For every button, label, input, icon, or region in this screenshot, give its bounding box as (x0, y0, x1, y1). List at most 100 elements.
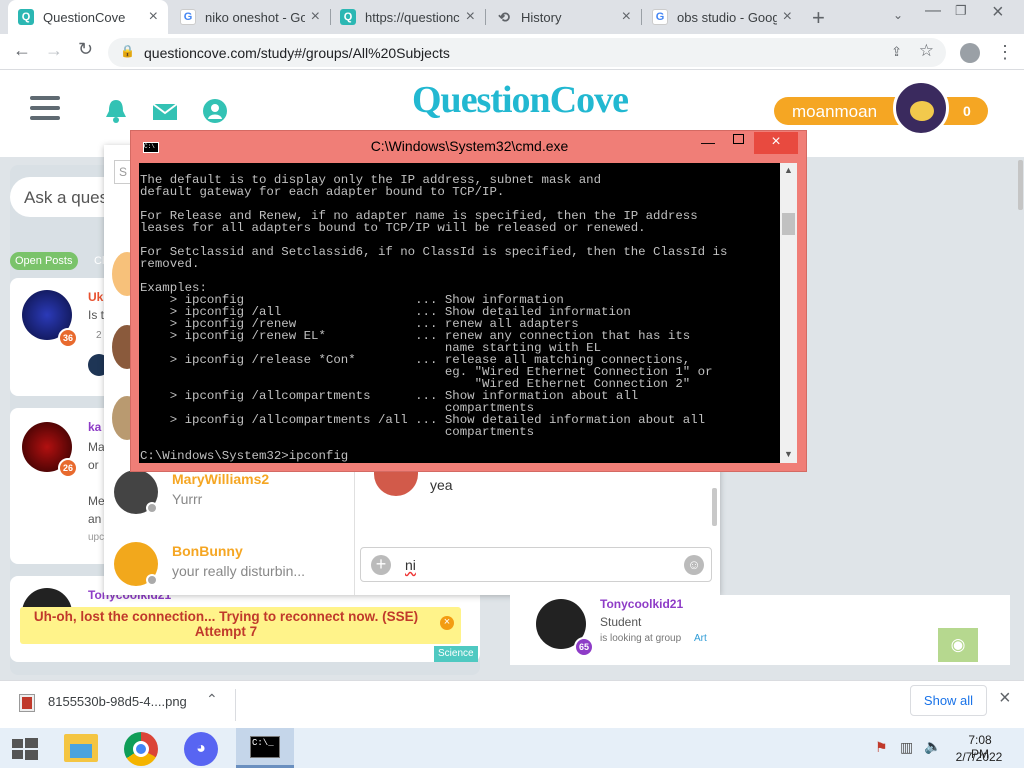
close-download-bar-icon[interactable]: × (999, 687, 1011, 710)
username-label: moanmoan (792, 102, 878, 121)
reload-icon[interactable]: ↻ (78, 39, 93, 60)
discord-icon[interactable]: ◕ (184, 732, 218, 766)
reconnect-message: Uh-oh, lost the connection... Trying to … (33, 609, 419, 639)
cmd-output-line: leases for all adapters bound to TCP/IP … (140, 221, 646, 235)
google-favicon-icon: G (652, 9, 668, 25)
minimize-window-icon[interactable]: — (925, 2, 941, 20)
tab-search-icon[interactable]: ⌄ (893, 8, 903, 22)
open-posts-tab[interactable]: Open Posts (10, 252, 78, 270)
chat-message-text: yea (430, 477, 453, 493)
network-icon[interactable]: ▥ (900, 739, 913, 756)
closed-posts-tab[interactable]: Cl (94, 255, 104, 267)
chat-last-message: your really disturbin... (172, 563, 306, 579)
mail-icon[interactable] (152, 103, 178, 121)
hamburger-menu-icon[interactable] (30, 96, 60, 120)
chat-scrollbar[interactable] (712, 488, 717, 526)
user-points-pill[interactable]: moanmoan 0 (774, 97, 988, 125)
volume-muted-icon[interactable]: 🔈 (924, 738, 941, 755)
level-badge: 36 (58, 328, 78, 348)
questioncove-logo[interactable]: QuestionCove (412, 78, 629, 122)
post-snippet: Is t (88, 308, 105, 322)
cmd-minimize-icon[interactable]: — (701, 134, 715, 150)
post-author-name: Uk (88, 290, 104, 304)
share-icon[interactable]: ⇪ (891, 44, 902, 60)
new-tab-icon[interactable]: + (812, 5, 825, 31)
user-avatar[interactable] (893, 80, 949, 136)
scroll-up-icon[interactable]: ▲ (784, 165, 793, 175)
lock-icon: 🔒 (120, 44, 135, 58)
page-scrollbar[interactable] (1018, 160, 1023, 210)
online-user-card[interactable]: 65 Tonycoolkid21 Student is looking at g… (510, 595, 1010, 665)
download-filename[interactable]: 8155530b-98d5-4....png (48, 694, 187, 709)
questioncove-favicon-icon: Q (340, 9, 356, 25)
tab-questioncove[interactable]: Q QuestionCove × (8, 0, 168, 34)
tab-niko-oneshot[interactable]: G niko oneshot - Go × (170, 0, 330, 34)
cmd-output-line: For Setclassid and Setclassid6, if no Cl… (140, 245, 728, 259)
close-tab-icon[interactable]: × (466, 8, 475, 26)
emoji-icon[interactable]: ☺ (684, 555, 704, 575)
online-user-name: Tonycoolkid21 (600, 597, 684, 611)
add-attachment-icon[interactable]: + (371, 555, 391, 575)
cmd-scroll-thumb[interactable] (782, 213, 795, 235)
post-author-name: ka (88, 420, 102, 434)
offline-status-icon (146, 502, 158, 514)
chat-list-item[interactable]: BonBunny your really disturbin... (104, 532, 354, 596)
online-user-group-link[interactable]: Art (694, 633, 707, 644)
chat-input-value: ni (405, 557, 416, 573)
address-bar[interactable]: 🔒 questioncove.com/study#/groups/All%20S… (108, 38, 946, 67)
restore-window-icon[interactable]: ❐ (955, 3, 967, 19)
tab-obs-studio[interactable]: G obs studio - Goog × (642, 0, 802, 34)
download-options-chevron-icon[interactable]: ⌃ (206, 691, 218, 708)
chat-message-input[interactable]: + ni ☺ (360, 547, 712, 582)
post-footer: upc (88, 532, 105, 543)
close-tab-icon[interactable]: × (783, 8, 792, 26)
science-tag[interactable]: Science (434, 646, 478, 662)
bell-icon[interactable] (104, 98, 128, 124)
close-tab-icon[interactable]: × (622, 8, 631, 26)
tab-strip: Q QuestionCove × G niko oneshot - Go × Q… (0, 0, 1024, 34)
cmd-console-output[interactable]: The default is to display only the IP ad… (139, 163, 780, 463)
chat-divider (354, 460, 355, 595)
history-icon: ⟲ (498, 8, 510, 25)
chat-last-message: Yurrr (172, 491, 203, 507)
hide-eye-icon[interactable]: ◉ (938, 628, 978, 662)
cmd-output-line (140, 270, 780, 282)
cmd-output-line: compartments (140, 425, 535, 439)
bookmark-star-icon[interactable]: ☆ (919, 41, 934, 61)
tab-questioncove-url[interactable]: Q https://questionc × (330, 0, 485, 34)
tab-history[interactable]: ⟲ History × (486, 0, 641, 34)
online-user-role: Student (600, 615, 642, 629)
back-arrow-icon[interactable]: ← (13, 40, 31, 61)
chrome-icon[interactable] (124, 732, 158, 766)
offline-status-icon (146, 574, 158, 586)
cmd-output-line: default gateway for each adapter bound t… (140, 185, 505, 199)
file-explorer-icon[interactable] (64, 734, 98, 762)
google-favicon-icon: G (180, 9, 196, 25)
chat-user-name: MaryWilliams2 (172, 471, 270, 487)
close-banner-icon[interactable]: × (440, 616, 454, 630)
close-window-icon[interactable]: × (992, 1, 1004, 24)
show-all-button[interactable]: Show all (910, 685, 987, 716)
friends-icon[interactable] (202, 98, 228, 124)
cmd-close-icon[interactable]: × (754, 132, 798, 154)
cmd-scrollbar[interactable]: ▲ ▼ (780, 163, 797, 463)
close-tab-icon[interactable]: × (149, 8, 158, 26)
url-text: questioncove.com/study#/groups/All%20Sub… (144, 44, 450, 61)
forward-arrow-icon[interactable]: → (45, 40, 63, 61)
profile-avatar-icon[interactable] (960, 43, 980, 63)
menu-kebab-icon[interactable]: ⋮ (996, 42, 1014, 63)
clock-date[interactable]: 2/7/2022 (953, 750, 1005, 764)
cmd-maximize-icon[interactable] (733, 134, 744, 144)
windows-taskbar: ◕ C:\_ ⚑ ▥ 🔈 7:08 PM 2/7/2022 (0, 728, 1024, 768)
close-tab-icon[interactable]: × (311, 8, 320, 26)
windows-start-icon[interactable] (12, 738, 38, 760)
level-badge: 26 (58, 458, 78, 478)
action-center-flag-icon[interactable]: ⚑ (875, 739, 888, 756)
chat-user-name: BonBunny (172, 543, 243, 559)
taskbar-cmd-button[interactable]: C:\_ (236, 728, 294, 768)
cmd-output-line: C:\Windows\System32>ipconfig (140, 449, 349, 463)
scroll-down-icon[interactable]: ▼ (784, 449, 793, 459)
reconnect-banner: Uh-oh, lost the connection... Trying to … (20, 607, 461, 644)
online-user-activity: is looking at group (600, 633, 682, 644)
cmd-taskbar-icon: C:\_ (250, 736, 280, 758)
